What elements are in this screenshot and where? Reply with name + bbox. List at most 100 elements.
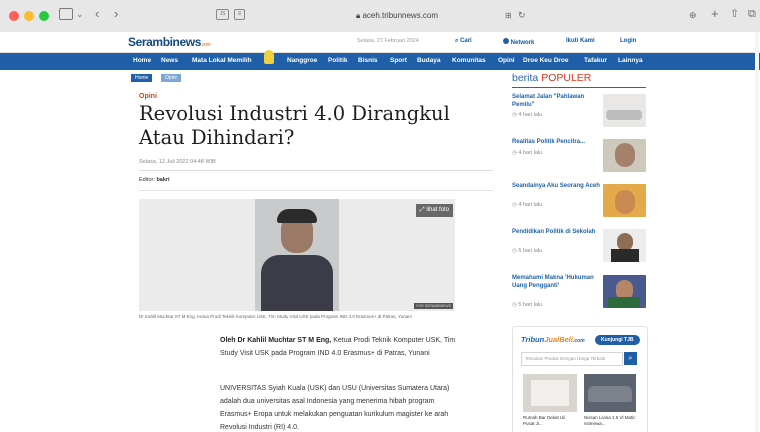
extension-icon[interactable]: JS xyxy=(216,9,229,20)
nav-item-lainnya[interactable]: Lainnya xyxy=(618,57,643,64)
berita-populer-heading: berita POPULER xyxy=(512,72,591,84)
site-header: Serambinews.com Selasa, 27 Februari 2024… xyxy=(0,32,760,53)
reader-icon[interactable]: ≡ xyxy=(234,9,245,20)
scrollbar[interactable] xyxy=(755,32,759,432)
breadcrumb-home[interactable]: Home xyxy=(131,74,153,82)
new-tab-icon[interactable]: + xyxy=(711,7,719,21)
site-logo[interactable]: Serambinews.com xyxy=(128,35,211,49)
nav-item-news[interactable]: News xyxy=(161,57,178,64)
webpage: Serambinews.com Selasa, 27 Februari 2024… xyxy=(0,32,760,432)
thumb-shape xyxy=(615,190,635,214)
article-category[interactable]: Opini xyxy=(139,93,157,100)
network-label: Network xyxy=(510,40,535,46)
article-paragraph: UNIVERSITAS Syiah Kuala (USK) dan USU (U… xyxy=(220,385,450,431)
breadcrumb-opini[interactable]: Opini xyxy=(161,74,181,82)
nav-item-droe-keu-droe[interactable]: Droe Keu Droe xyxy=(523,57,569,64)
address-bar[interactable]: 🔒︎ aceh.tribunnews.com xyxy=(307,7,487,24)
search-icon: ⌕ xyxy=(628,355,633,362)
photo-caption: Dr Kahlil Muchtar ST M Eng, Ketua Prodi … xyxy=(139,314,412,319)
populer-thumbnail[interactable] xyxy=(603,184,646,217)
nav-item-politik[interactable]: Politik xyxy=(328,57,348,64)
network-icon xyxy=(503,38,509,44)
lock-icon: 🔒︎ xyxy=(355,11,361,20)
populer-item-title[interactable]: Seandainya Aku Seorang Aceh xyxy=(512,183,600,191)
tjb-logo-a: Tribun xyxy=(521,335,545,344)
tjb-logo[interactable]: TribunJualBeli.com xyxy=(521,335,585,344)
thumb-shape xyxy=(608,297,640,308)
nav-item-mata-lokal[interactable]: Mata Lokal Memilih xyxy=(192,57,252,64)
kunjungi-tjb-button[interactable]: Kunjungi TJB xyxy=(595,335,640,345)
time-label: 4 hari lalu xyxy=(518,202,543,208)
nav-item-opini[interactable]: Opini xyxy=(498,57,515,64)
search-label: Cari xyxy=(460,38,472,44)
back-icon[interactable]: ‹ xyxy=(95,7,99,21)
search-button[interactable]: ⌕ Cari xyxy=(455,38,472,45)
close-window-button[interactable] xyxy=(9,11,19,21)
populer-thumbnail[interactable] xyxy=(603,139,646,172)
thumb-shape xyxy=(606,110,642,120)
editor-name[interactable]: bakri xyxy=(156,177,169,183)
product-image[interactable] xyxy=(584,374,636,412)
clock-icon: ◷ xyxy=(512,112,517,118)
populer-item-title[interactable]: Selamat Jalan "Pahlawan Pemilu" xyxy=(512,94,600,109)
populer-item-time: ◷ 4 hari lalu xyxy=(512,112,542,118)
populer-item-title[interactable]: Pendidikan Politik di Sekolah xyxy=(512,229,600,237)
download-icon[interactable]: ⊕ xyxy=(689,8,697,22)
nav-item-bisnis[interactable]: Bisnis xyxy=(358,57,378,64)
product-image[interactable] xyxy=(523,374,577,412)
populer-thumbnail[interactable] xyxy=(603,229,646,262)
clock-icon: ◷ xyxy=(512,248,517,254)
nav-item-nanggroe[interactable]: Nanggroe xyxy=(287,57,317,64)
main-nav: Home News Mata Lokal Memilih Nanggroe Po… xyxy=(0,50,760,70)
chevron-down-icon[interactable]: ⌄ xyxy=(76,7,84,21)
product-title[interactable]: Rumah Bar Dekat Uii Pusat Ji... xyxy=(523,415,577,427)
divider xyxy=(512,87,646,88)
author-name: Oleh Dr Kahlil Muchtar ST M Eng, xyxy=(220,337,332,344)
article-photo[interactable]: ⤢ lihat foto FOR SERAMBINEWS xyxy=(139,199,455,311)
portrait-hair xyxy=(277,209,317,223)
network-button[interactable]: Network xyxy=(503,38,534,46)
reload-icon[interactable]: ↻ xyxy=(518,8,526,22)
time-label: 4 hari lalu xyxy=(518,150,543,156)
tjb-logo-c: .com xyxy=(572,338,585,344)
nav-item-budaya[interactable]: Budaya xyxy=(417,57,440,64)
populer-item-title[interactable]: Realitas Politik Pencitra... xyxy=(512,139,600,147)
share-icon[interactable]: ⇧ xyxy=(730,7,739,21)
populer-thumbnail[interactable] xyxy=(603,94,646,127)
nav-item-home[interactable]: Home xyxy=(133,57,151,64)
product-title[interactable]: Nissan Livina 1.5 Vl Matic Istimewa... xyxy=(584,415,638,427)
lihat-foto-button[interactable]: ⤢ lihat foto xyxy=(415,204,453,217)
thumb-shape xyxy=(611,249,639,262)
divider xyxy=(139,190,493,191)
heading-b: POPULER xyxy=(541,72,592,84)
tribun-jualbeli-widget: TribunJualBeli.com Kunjungi TJB Temukan … xyxy=(512,326,648,432)
forward-icon[interactable]: › xyxy=(114,7,118,21)
tjb-search-placeholder: Temukan Produk Dengan Harga Terbaik xyxy=(525,356,605,361)
login-button[interactable]: Login xyxy=(620,38,636,44)
sidebar-icon[interactable] xyxy=(59,8,73,20)
minimize-window-button[interactable] xyxy=(24,11,34,21)
nav-item-sport[interactable]: Sport xyxy=(390,57,407,64)
clock-icon: ◷ xyxy=(512,302,517,308)
clock-icon: ◷ xyxy=(512,202,517,208)
populer-thumbnail[interactable] xyxy=(603,275,646,308)
thumb-shape xyxy=(531,380,569,406)
photo-credit: FOR SERAMBINEWS xyxy=(414,303,453,309)
maximize-window-button[interactable] xyxy=(39,11,49,21)
tab-overview-icon[interactable]: ⧉ xyxy=(748,7,756,21)
populer-item-time: ◷ 5 hari lalu xyxy=(512,302,542,308)
tjb-search-button[interactable]: ⌕ xyxy=(624,352,637,365)
populer-item-title[interactable]: Memahami Makna 'Hukuman Uang Pengganti' xyxy=(512,275,600,290)
search-icon: ⌕ xyxy=(455,38,459,44)
thumb-shape xyxy=(588,386,632,402)
nav-item-tafakur[interactable]: Tafakur xyxy=(584,57,607,64)
lihat-foto-label: lihat foto xyxy=(426,207,449,213)
url-text: aceh.tribunnews.com xyxy=(362,11,439,20)
tjb-search-input[interactable]: Temukan Produk Dengan Harga Terbaik xyxy=(521,352,623,366)
logo-suffix: .com xyxy=(200,42,211,48)
portrait-shirt xyxy=(261,255,333,311)
expand-icon: ⤢ xyxy=(419,207,425,213)
ikuti-kami-button[interactable]: Ikuti Kami xyxy=(566,38,595,44)
translate-icon[interactable]: ⊞ xyxy=(505,9,512,23)
nav-item-komunitas[interactable]: Komunitas xyxy=(452,57,486,64)
